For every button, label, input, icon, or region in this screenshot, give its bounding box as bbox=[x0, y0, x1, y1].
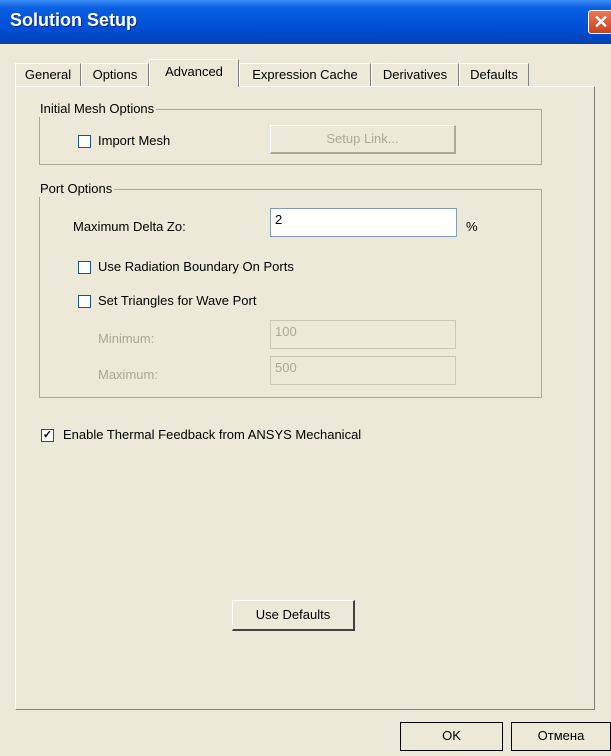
initial-mesh-legend: Initial Mesh Options bbox=[38, 101, 157, 117]
use-defaults-button[interactable]: Use Defaults bbox=[232, 600, 355, 631]
tab-options[interactable]: Options bbox=[81, 63, 149, 86]
import-mesh-label: Import Mesh bbox=[98, 133, 171, 148]
tab-derivatives[interactable]: Derivatives bbox=[371, 63, 459, 86]
port-options-group: Port Options Maximum Delta Zo: 2 % Use R… bbox=[38, 181, 542, 398]
max-delta-zo-input[interactable]: 2 bbox=[270, 208, 457, 237]
cancel-label: Отмена bbox=[537, 728, 585, 743]
minimum-input[interactable]: 100 bbox=[270, 320, 456, 349]
port-options-legend: Port Options bbox=[38, 181, 115, 197]
use-defaults-label: Use Defaults bbox=[255, 607, 331, 622]
thermal-feedback-label: Enable Thermal Feedback from ANSYS Mecha… bbox=[63, 427, 362, 442]
radiation-boundary-label: Use Radiation Boundary On Ports bbox=[98, 259, 294, 274]
thermal-feedback-checkbox[interactable]: ✓ bbox=[41, 429, 54, 442]
close-icon: ✕ bbox=[593, 12, 609, 32]
ok-label: OK bbox=[442, 728, 461, 743]
window-title: Solution Setup bbox=[10, 10, 137, 30]
tab-label: Expression Cache bbox=[252, 67, 358, 82]
tab-defaults[interactable]: Defaults bbox=[459, 63, 529, 86]
title-bar: Solution Setup ✕ bbox=[0, 0, 611, 44]
advanced-panel: Initial Mesh Options Import Mesh Setup L… bbox=[15, 86, 595, 710]
initial-mesh-group: Initial Mesh Options Import Mesh Setup L… bbox=[38, 101, 542, 165]
close-button[interactable]: ✕ bbox=[588, 10, 611, 34]
max-delta-zo-label: Maximum Delta Zo: bbox=[73, 219, 186, 234]
tab-label: Advanced bbox=[165, 64, 223, 79]
tab-label: Options bbox=[92, 67, 138, 82]
setup-link-button[interactable]: Setup Link... bbox=[270, 125, 456, 154]
check-mark-icon: ✓ bbox=[42, 429, 53, 441]
set-triangles-checkbox[interactable] bbox=[78, 295, 91, 308]
tab-label: Derivatives bbox=[382, 67, 448, 82]
import-mesh-checkbox[interactable] bbox=[78, 135, 91, 148]
cancel-button[interactable]: Отмена bbox=[511, 722, 611, 751]
tab-advanced[interactable]: Advanced bbox=[149, 59, 239, 87]
tab-label: Defaults bbox=[470, 67, 518, 82]
minimum-label: Minimum: bbox=[98, 331, 155, 346]
tab-general[interactable]: General bbox=[15, 63, 81, 86]
setup-link-label: Setup Link... bbox=[326, 131, 399, 146]
set-triangles-label: Set Triangles for Wave Port bbox=[98, 293, 257, 308]
tab-label: General bbox=[24, 67, 72, 82]
radiation-boundary-checkbox[interactable] bbox=[78, 261, 91, 274]
tab-expression-cache[interactable]: Expression Cache bbox=[239, 63, 371, 86]
percent-unit: % bbox=[466, 219, 478, 234]
maximum-input[interactable]: 500 bbox=[270, 356, 456, 385]
maximum-label: Maximum: bbox=[98, 367, 158, 382]
ok-button[interactable]: OK bbox=[400, 722, 503, 751]
